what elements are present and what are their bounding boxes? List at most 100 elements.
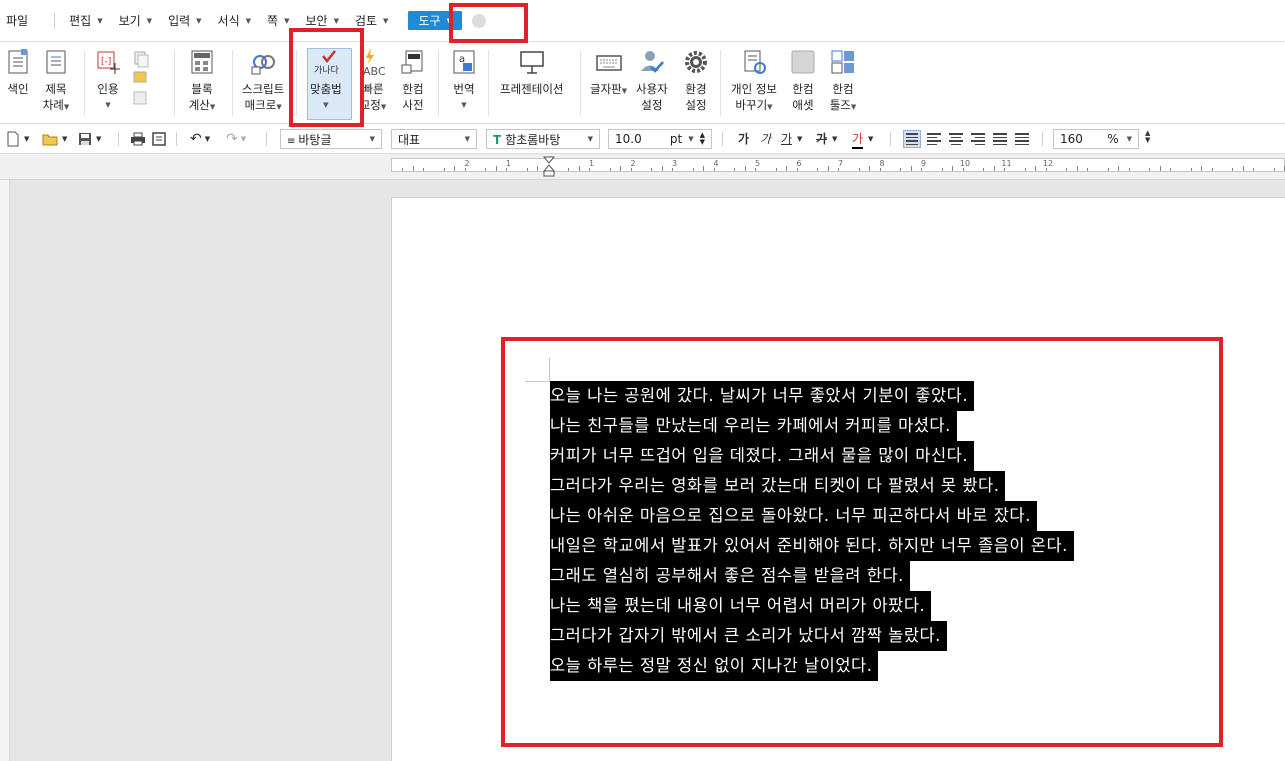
align-line (1015, 140, 1029, 142)
ribbon-separator (174, 50, 175, 116)
translate-icon: a (450, 48, 478, 76)
align-center-button[interactable] (947, 130, 965, 148)
cite-icon: [-] (94, 48, 122, 76)
asset-button[interactable]: 한컴 애셋 (789, 48, 817, 113)
document-line[interactable]: 내일은 학교에서 발표가 있어서 준비해야 된다. 하지만 너무 졸음이 온다. (550, 531, 1074, 561)
preview-button[interactable] (152, 130, 166, 148)
selected-text-block[interactable]: 오늘 나는 공원에 갔다. 날씨가 너무 좋았서 기분이 좋았다. 나는 친구들를… (550, 381, 1074, 681)
ruler-tick (495, 166, 497, 171)
index-button[interactable]: 색인 (4, 48, 32, 113)
style-select[interactable]: ≡ 바탕글 ▼ (280, 129, 382, 149)
align-left-button[interactable] (925, 130, 943, 148)
document-line[interactable]: 나는 책을 폈는데 내용이 너무 어렵서 머리가 아팠다. (550, 591, 1074, 621)
ruler-tick (589, 168, 591, 171)
indent-marker-icon[interactable] (543, 156, 555, 178)
align-right-button[interactable] (969, 130, 987, 148)
script-macro-button[interactable]: 스크립트 매크로▼ (242, 48, 284, 115)
align-split-button[interactable] (1013, 130, 1031, 148)
redo-button[interactable]: ↷ ▼ (226, 130, 246, 148)
menu-view[interactable]: 보기 ▼ (111, 0, 160, 42)
menu-bar: 파일 편집 ▼ 보기 ▼ 입력 ▼ 서식 ▼ 쪽 ▼ 보안 ▼ 검토 ▼ 도구 ▼ (0, 0, 1285, 42)
document-line[interactable]: 오늘 하루는 정말 정신 없이 지나간 날이었다. (550, 651, 1074, 681)
align-line (993, 140, 1007, 142)
hancom-dict-label-1: 한컴 (402, 82, 424, 96)
menu-insert[interactable]: 입력 ▼ (160, 0, 209, 42)
menu-review[interactable]: 검토 ▼ (347, 0, 396, 42)
user-settings-button[interactable]: 사용자 설정 (636, 48, 668, 113)
size-stepper[interactable]: ▲ ▼ (700, 132, 705, 146)
menu-page[interactable]: 쪽 ▼ (259, 0, 297, 42)
bold-button[interactable]: 가 (738, 130, 749, 147)
align-distribute-button[interactable] (991, 130, 1009, 148)
new-doc-button[interactable]: ▼ (6, 130, 29, 148)
italic-button[interactable]: 가 (760, 130, 771, 147)
menu-format[interactable]: 서식 ▼ (210, 0, 259, 42)
save-button[interactable]: ▼ (78, 130, 101, 148)
chevron-down-icon[interactable]: ▼ (797, 130, 802, 148)
align-line (906, 133, 918, 135)
chevron-down-icon: ▼ (24, 135, 30, 143)
zoom-select[interactable]: 160% ▼ (1053, 129, 1139, 149)
font-text: 함초롬바탕 (505, 132, 561, 147)
ruler-tick (838, 168, 840, 171)
cite-button[interactable]: [-] 인용 ▼ (94, 48, 122, 113)
strike-button[interactable]: 가 (816, 130, 827, 147)
font-size-input[interactable]: 10.0 pt ▼ ▲ ▼ (608, 129, 712, 149)
print-button[interactable] (130, 130, 146, 148)
env-settings-button[interactable]: 환경 설정 (682, 48, 710, 113)
align-justify-button[interactable] (903, 130, 921, 148)
align-line (975, 143, 985, 145)
presentation-button[interactable]: 프레젠테이션 (500, 48, 563, 97)
cite-extra-icons[interactable] (132, 50, 150, 110)
menu-security[interactable]: 보안 ▼ (297, 0, 346, 42)
ruler-number: 4 (713, 159, 719, 168)
document-line[interactable]: 그래도 열심히 공부해서 좋은 점수를 받을려 한다. (550, 561, 1074, 591)
horizontal-ruler[interactable]: 2 1 1 2 3 4 5 6 7 8 9 10 11 12 (391, 158, 1285, 172)
align-line (971, 140, 985, 142)
menu-file[interactable]: 파일 (0, 0, 36, 42)
document-line[interactable]: 커피가 너무 뜨겁어 입을 데졌다. 그래서 물을 많이 마신다. (550, 441, 1074, 471)
menu-edit[interactable]: 편집 ▼ (61, 0, 110, 42)
zoom-stepper[interactable]: ▲ ▼ (1145, 130, 1150, 148)
keyboard-icon (595, 48, 623, 76)
menu-edit-label: 편집 (69, 14, 92, 28)
hancom-dict-button[interactable]: 한컴 사전 (399, 48, 427, 113)
translate-button[interactable]: a 번역 ▼ (450, 48, 478, 113)
calculator-icon (188, 48, 216, 76)
language-select[interactable]: 대표 ▼ (391, 129, 477, 149)
ribbon-separator (232, 50, 233, 116)
ruler-tick (900, 168, 902, 171)
chevron-down-icon[interactable]: ▼ (832, 130, 837, 148)
chevron-down-icon[interactable]: ▼ (868, 130, 873, 148)
ruler-tick (786, 166, 788, 171)
document-line[interactable]: 그러다가 우리는 영화를 보러 갔는대 티켓이 다 팔렸서 못 봤다. (550, 471, 1074, 501)
document-line[interactable]: 나는 친구들를 만났는데 우리는 카페에서 커피를 마셨다. (550, 411, 1074, 441)
font-select[interactable]: T 함초롬바탕 ▼ (486, 129, 600, 149)
menu-tools[interactable]: 도구 ▼ (408, 11, 462, 30)
open-button[interactable]: ▼ (42, 130, 67, 148)
style-text: 바탕글 (298, 132, 332, 147)
chevron-down-icon: ▼ (464, 135, 470, 143)
spellcheck-button[interactable]: 가나다 맞춤법 ▼ (310, 48, 342, 113)
keyboard-button[interactable]: 글자판▼ (590, 48, 627, 99)
document-page[interactable]: 오늘 나는 공원에 갔다. 날씨가 너무 좋았서 기분이 좋았다. 나는 친구들를… (391, 197, 1285, 761)
block-calc-button[interactable]: 블록 계산▼ (188, 48, 216, 115)
undo-button[interactable]: ↶ ▼ (190, 130, 210, 148)
quick-fix-button[interactable]: ABC 빠른 교정▼ (359, 48, 387, 115)
privacy-button[interactable]: 개인 정보 바꾸기▼ (731, 48, 777, 115)
document-line[interactable]: 오늘 나는 공원에 갔다. 날씨가 너무 좋았서 기분이 좋았다. (550, 381, 1074, 411)
hancom-dict-label-2: 사전 (402, 98, 424, 112)
align-line (927, 143, 937, 145)
document-line[interactable]: 그러다가 갑자기 밖에서 큰 소리가 났다서 깜짝 놀랐다. (550, 621, 1074, 651)
tools-button[interactable]: 한컴 툴즈▼ (829, 48, 857, 115)
keyboard-label: 글자판 (590, 82, 622, 96)
privacy-icon (740, 48, 768, 76)
env-settings-label-2: 설정 (685, 98, 707, 112)
font-color-button[interactable]: 가 (852, 130, 864, 149)
document-line[interactable]: 나는 아쉬운 마음으로 집으로 돌아왔다. 너무 피곤하다서 바로 잤다. (550, 501, 1074, 531)
underline-button[interactable]: 가 (781, 130, 792, 147)
toolbar-separator (1042, 132, 1043, 146)
toc-button[interactable]: 제목 차례▼ (42, 48, 70, 115)
menu-format-label: 서식 (217, 14, 240, 28)
